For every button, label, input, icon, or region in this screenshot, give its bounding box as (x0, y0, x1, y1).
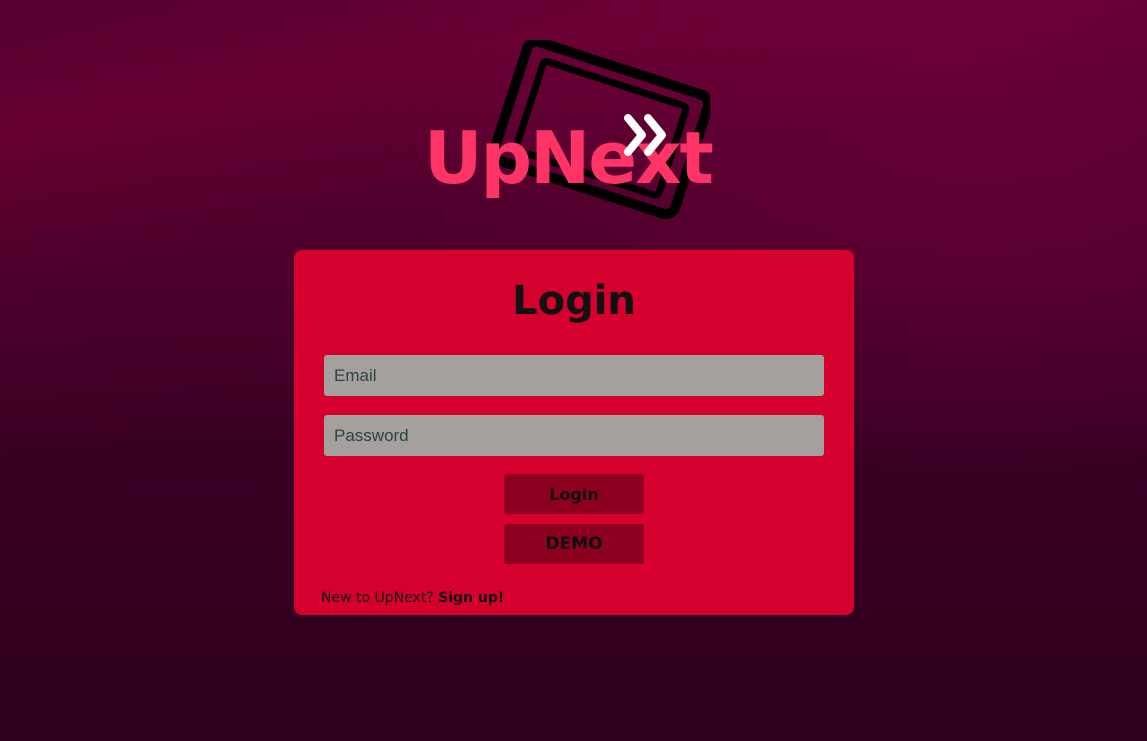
email-input[interactable] (324, 355, 824, 396)
login-card: Login Login DEMO New to UpNext? Sign up! (294, 250, 854, 615)
signup-link[interactable]: Sign up! (438, 590, 504, 606)
login-button[interactable]: Login (504, 474, 644, 514)
password-input[interactable] (324, 415, 824, 456)
double-chevron-icon (624, 114, 666, 156)
demo-button[interactable]: DEMO (504, 524, 644, 564)
logo-text-end: t (679, 116, 714, 200)
signup-prompt-text: New to UpNext? (321, 590, 434, 606)
signup-prompt: New to UpNext? Sign up! (321, 590, 504, 606)
upnext-logo: UpNext (420, 40, 730, 230)
login-title: Login (512, 278, 636, 324)
logo-text-start: UpNe (424, 116, 637, 200)
